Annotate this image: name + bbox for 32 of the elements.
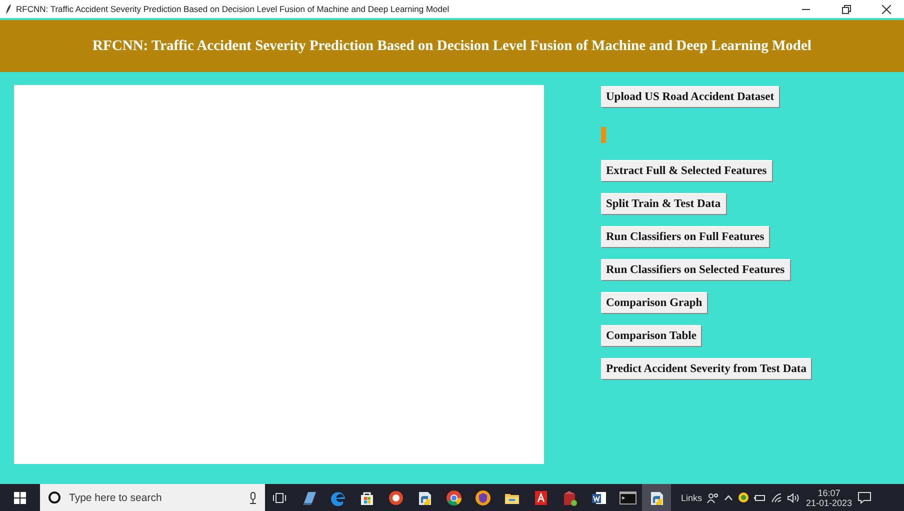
tray-app-icon[interactable]: [738, 492, 750, 503]
notification-icon[interactable]: [858, 492, 872, 504]
feather-icon: [6, 4, 12, 14]
action-button[interactable]: Run Classifiers on Full Features: [601, 226, 770, 247]
action-button[interactable]: Split Train & Test Data: [601, 193, 726, 214]
links-toolbar[interactable]: Links: [681, 492, 702, 502]
caret-up-icon[interactable]: [724, 494, 734, 500]
task-view-icon[interactable]: [273, 492, 286, 502]
search-icon: [48, 491, 61, 504]
taskbar-app-icon[interactable]: [642, 484, 671, 511]
speaker-icon[interactable]: [787, 492, 800, 502]
action-button[interactable]: Predict Accident Severity from Test Data: [601, 358, 812, 379]
wifi-icon[interactable]: [771, 492, 782, 502]
people-icon[interactable]: [707, 492, 720, 502]
clock-date[interactable]: 21-01-2023: [806, 498, 852, 508]
search-box[interactable]: Type here to search: [40, 484, 265, 511]
window-title: RFCNN: Traffic Accident Severity Prediction Based on Decision Level Fusion of Machine and Deep Learning Model: [16, 4, 450, 14]
action-button[interactable]: Run Classifiers on Selected Features: [601, 259, 790, 280]
search-field[interactable]: Type here to search: [69, 492, 241, 504]
clock-time[interactable]: 16:07: [818, 488, 840, 498]
battery-icon[interactable]: [754, 494, 766, 502]
action-button[interactable]: Extract Full & Selected Features: [601, 160, 772, 181]
app-title: RFCNN: Traffic Accident Severity Prediction Based on Decision Level Fusion of Machine and Deep Learning Model: [92, 38, 812, 54]
minimize-icon[interactable]: [802, 8, 810, 10]
action-button[interactable]: Comparison Graph: [601, 292, 708, 313]
action-button[interactable]: Upload US Road Accident Dataset: [601, 86, 780, 107]
microphone-icon[interactable]: [249, 492, 257, 504]
status-indicator: [601, 127, 606, 143]
close-icon[interactable]: [882, 4, 890, 14]
windows-logo-icon[interactable]: [14, 492, 26, 504]
restore-icon[interactable]: [842, 4, 850, 14]
action-button[interactable]: Comparison Table: [601, 325, 702, 346]
